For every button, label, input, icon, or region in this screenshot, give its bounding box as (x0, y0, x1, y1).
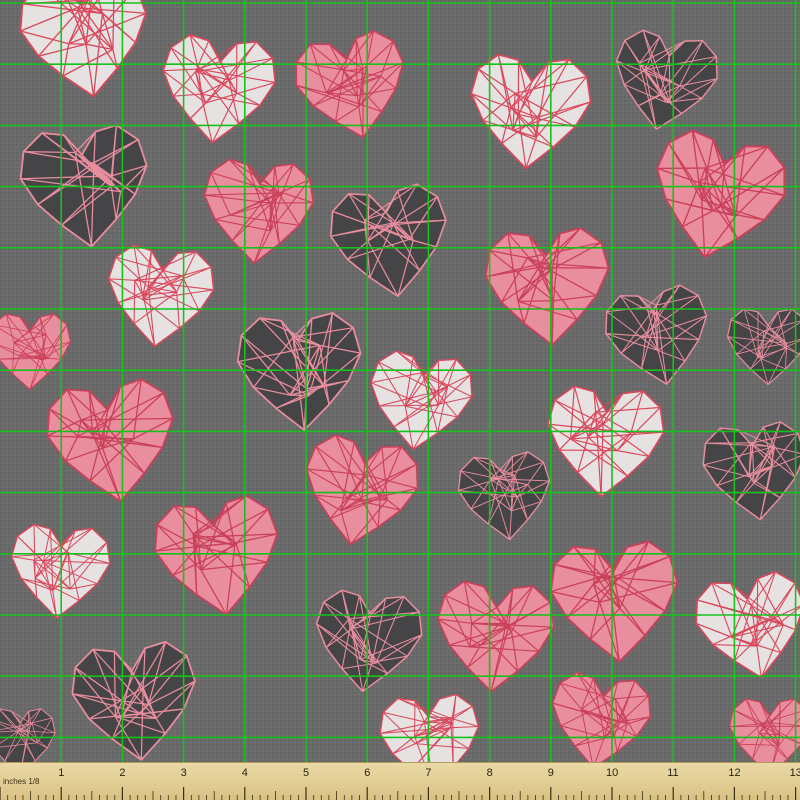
ruler-ticks: 1 2 3 4 5 6 7 8 9 10 11 12 13 (0, 767, 800, 800)
ruler-number: 4 (242, 767, 248, 779)
ruler-number: 10 (606, 767, 618, 779)
ruler-number: 1 (58, 767, 64, 779)
ruler-unit-label: inches 1/8 (3, 777, 40, 786)
ruler-number: 5 (303, 767, 309, 779)
ruler-number: 12 (728, 767, 740, 779)
ruler-number: 9 (548, 767, 554, 779)
ruler: 1 2 3 4 5 6 7 8 9 10 11 12 13 inches 1/8 (0, 762, 800, 800)
ruler-number: 11 (667, 767, 678, 779)
ruler-number: 2 (119, 767, 125, 779)
ruler-number: 6 (364, 767, 370, 779)
heart-pattern (0, 0, 800, 762)
ruler-number: 3 (181, 767, 187, 779)
ruler-number: 13 (790, 767, 800, 779)
ruler-number: 7 (425, 767, 431, 779)
ruler-number: 8 (487, 767, 493, 779)
fabric-swatch: 1 2 3 4 5 6 7 8 9 10 11 12 13 inches 1/8 (0, 0, 800, 800)
